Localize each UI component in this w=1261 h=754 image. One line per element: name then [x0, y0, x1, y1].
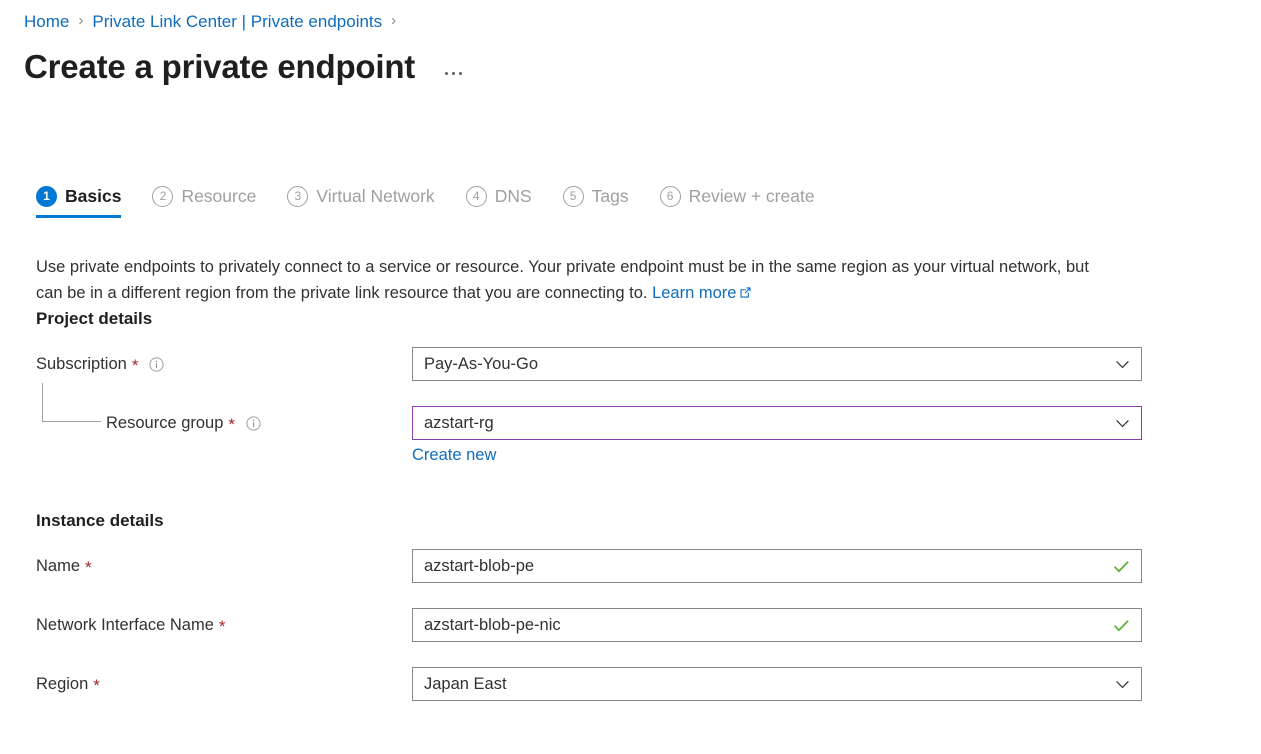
tab-label: Basics: [65, 186, 122, 206]
tab-label: Virtual Network: [316, 186, 435, 206]
network-interface-name-input[interactable]: azstart-blob-pe-nic: [412, 608, 1142, 642]
tab-review-create[interactable]: 6 Review + create: [659, 176, 815, 218]
network-interface-name-label-text: Network Interface Name: [36, 616, 214, 634]
tab-dns[interactable]: 4 DNS: [465, 176, 532, 218]
learn-more-label: Learn more: [652, 283, 737, 302]
resource-group-label-text: Resource group: [106, 414, 224, 432]
active-tab-indicator: [36, 215, 122, 218]
section-heading-instance-details: Instance details: [36, 511, 164, 530]
external-link-icon: [739, 281, 752, 307]
subscription-label-text: Subscription: [36, 355, 127, 373]
tab-step-number: 6: [659, 185, 681, 207]
tab-step-number: 4: [465, 185, 487, 207]
title-row: Create a private endpoint: [24, 46, 466, 88]
resource-group-value: azstart-rg: [424, 414, 494, 432]
region-value: Japan East: [424, 675, 507, 693]
network-interface-name-label: Network Interface Name *: [36, 614, 226, 636]
required-asterisk: *: [228, 415, 236, 434]
breadcrumb-item-private-link-center[interactable]: Private Link Center | Private endpoints: [92, 11, 382, 33]
name-label: Name *: [36, 555, 92, 577]
valid-check-icon: [1112, 557, 1133, 576]
subscription-label: Subscription *: [36, 353, 165, 375]
page-title: Create a private endpoint: [24, 48, 416, 85]
chevron-right-icon: ›: [391, 12, 397, 29]
network-interface-name-value: azstart-blob-pe-nic: [424, 616, 561, 634]
breadcrumb: Home › Private Link Center | Private end…: [24, 11, 405, 33]
name-value: azstart-blob-pe: [424, 557, 535, 575]
more-options-icon[interactable]: [441, 68, 466, 79]
resource-group-label: Resource group *: [36, 412, 261, 434]
create-new-resource-group-link[interactable]: Create new: [412, 444, 496, 466]
tab-label: Resource: [181, 186, 257, 206]
tab-label: Review + create: [688, 186, 815, 206]
tab-tags[interactable]: 5 Tags: [562, 176, 629, 218]
tab-step-number: 2: [152, 185, 174, 207]
region-dropdown[interactable]: Japan East: [412, 667, 1142, 701]
required-asterisk: *: [85, 558, 92, 577]
tab-basics[interactable]: 1 Basics: [36, 176, 122, 218]
create-private-endpoint-page: Home › Private Link Center | Private end…: [0, 0, 1261, 754]
page-description: Use private endpoints to privately conne…: [36, 254, 1118, 307]
tab-resource[interactable]: 2 Resource: [152, 176, 256, 218]
tab-step-number: 3: [287, 185, 309, 207]
breadcrumb-item-home[interactable]: Home: [24, 11, 69, 33]
required-asterisk: *: [93, 676, 100, 695]
section-heading-project-details: Project details: [36, 309, 153, 328]
valid-check-icon: [1112, 616, 1133, 635]
region-label: Region *: [36, 673, 100, 695]
tab-virtual-network[interactable]: 3 Virtual Network: [287, 176, 435, 218]
chevron-down-icon: [1114, 415, 1133, 432]
resource-group-dropdown[interactable]: azstart-rg: [412, 406, 1142, 440]
name-input[interactable]: azstart-blob-pe: [412, 549, 1142, 583]
info-icon[interactable]: [149, 356, 165, 372]
chevron-down-icon: [1114, 676, 1133, 693]
tab-step-number: 5: [562, 185, 584, 207]
chevron-right-icon: ›: [78, 12, 84, 29]
tab-label: Tags: [591, 186, 629, 206]
chevron-down-icon: [1114, 356, 1133, 373]
tab-label: DNS: [494, 186, 532, 206]
region-label-text: Region: [36, 675, 89, 693]
required-asterisk: *: [218, 617, 226, 636]
tab-step-number: 1: [36, 185, 57, 207]
description-text: Use private endpoints to privately conne…: [36, 257, 1089, 302]
learn-more-link[interactable]: Learn more: [652, 284, 752, 302]
name-label-text: Name: [36, 557, 81, 575]
required-asterisk: *: [131, 356, 139, 375]
info-icon[interactable]: [246, 415, 261, 431]
subscription-dropdown[interactable]: Pay-As-You-Go: [412, 347, 1142, 381]
subscription-value: Pay-As-You-Go: [424, 355, 539, 373]
wizard-tabs: 1 Basics 2 Resource 3 Virtual Network 4 …: [36, 176, 846, 218]
